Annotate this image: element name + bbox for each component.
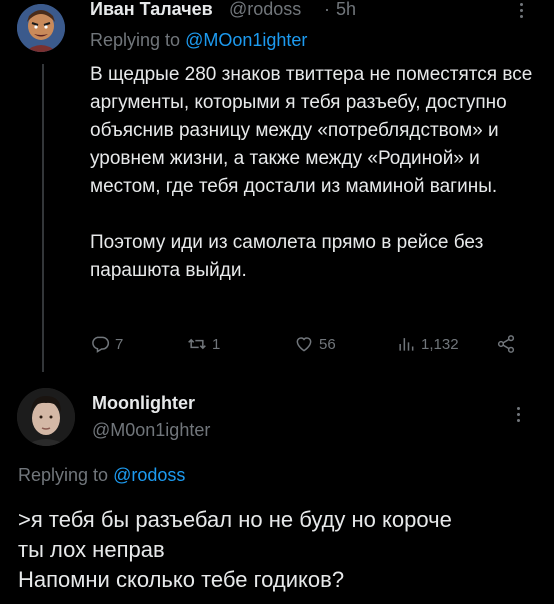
views-icon bbox=[399, 338, 414, 351]
retweet-icon bbox=[188, 338, 206, 350]
avatar-illustration-icon bbox=[17, 4, 65, 52]
views-button[interactable]: 1,132 bbox=[396, 334, 459, 354]
avatar-photo-icon bbox=[17, 388, 75, 446]
reply-count: 7 bbox=[115, 335, 124, 353]
separator-dot: · bbox=[324, 0, 330, 19]
like-icon bbox=[296, 337, 312, 352]
reply-text: >я тебя бы разъебал но не буду но короче… bbox=[18, 505, 548, 595]
retweet-button[interactable]: 1 bbox=[187, 334, 220, 354]
reply-button[interactable]: 7 bbox=[90, 334, 123, 354]
reply-line: >я тебя бы разъебал но не буду но короче bbox=[18, 507, 452, 532]
author-handle[interactable]: @M0on1ighter bbox=[92, 420, 210, 441]
avatar[interactable] bbox=[17, 4, 65, 52]
tweet-paragraph: В щедрые 280 знаков твиттера не поместят… bbox=[90, 64, 533, 197]
author-name[interactable]: Moonlighter bbox=[92, 393, 195, 414]
tweet-text: В щедрые 280 знаков твиттера не поместят… bbox=[90, 61, 545, 285]
reply-line: ты лох неправ bbox=[18, 537, 165, 562]
replying-to-mention[interactable]: @MOon1ighter bbox=[185, 30, 307, 50]
share-icon bbox=[497, 335, 515, 353]
tweet-action-bar: 7 1 56 1,132 bbox=[90, 334, 530, 358]
more-icon[interactable] bbox=[520, 0, 523, 21]
retweet-count: 1 bbox=[212, 335, 221, 353]
replying-to-line: Replying to @rodoss bbox=[18, 465, 185, 486]
tweet-timestamp[interactable]: 5h bbox=[336, 0, 356, 20]
like-count: 56 bbox=[319, 335, 336, 353]
views-count: 1,132 bbox=[421, 335, 459, 353]
replying-to-mention[interactable]: @rodoss bbox=[113, 465, 185, 485]
author-handle[interactable]: @rodoss bbox=[229, 0, 301, 20]
avatar[interactable] bbox=[17, 388, 75, 446]
like-button[interactable]: 56 bbox=[294, 334, 336, 354]
replying-to-line: Replying to @MOon1ighter bbox=[90, 30, 307, 51]
replying-to-prefix: Replying to bbox=[90, 30, 181, 50]
reply-line: Напомни сколько тебе годиков? bbox=[18, 567, 345, 592]
author-name[interactable]: Иван Талачев bbox=[90, 0, 213, 20]
replying-to-prefix: Replying to bbox=[18, 465, 109, 485]
more-icon[interactable] bbox=[517, 404, 523, 425]
reply-icon bbox=[92, 336, 110, 353]
share-button[interactable] bbox=[496, 334, 521, 354]
tweet-paragraph: Поэтому иди из самолета прямо в рейсе бе… bbox=[90, 232, 484, 281]
thread-connector-line bbox=[42, 64, 44, 372]
